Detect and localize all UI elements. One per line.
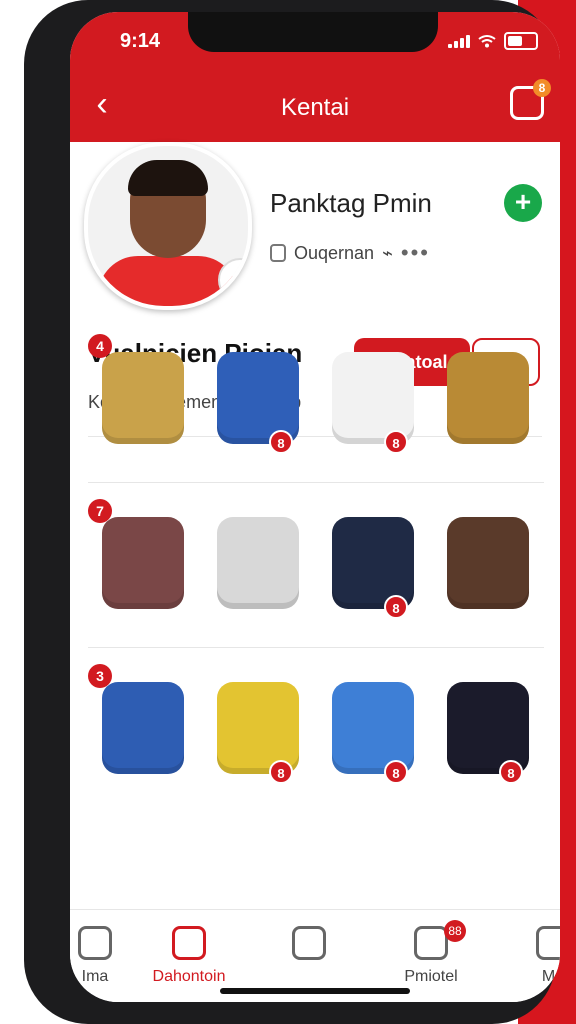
nav-label: Mo	[541, 968, 560, 985]
avatar-hair	[128, 160, 208, 196]
more-options[interactable]: •••	[401, 240, 430, 266]
home-icon	[536, 926, 560, 960]
collection-row: 3 8 8 8	[88, 648, 544, 812]
phone-frame: 9:14 ‹ Kentai 8 ♞ Panktag Pmin + Ouqerna…	[24, 0, 560, 1024]
count-badge: 8	[384, 760, 408, 784]
count-badge: 8	[384, 430, 408, 454]
collectible-icon	[102, 352, 184, 444]
link-icon: ⌁	[382, 242, 393, 263]
collectible-icon	[447, 352, 529, 444]
nav-badge: 88	[444, 920, 466, 942]
collection-item[interactable]: 8	[318, 664, 428, 784]
collectible-icon	[217, 352, 299, 444]
count-badge: 8	[384, 595, 408, 619]
collectible-icon	[102, 682, 184, 774]
search-icon	[414, 926, 448, 960]
collection-row: 78	[88, 483, 544, 648]
rank-badge: 7	[88, 499, 112, 523]
count-badge: 8	[269, 430, 293, 454]
collectible-icon	[332, 517, 414, 609]
collection-item[interactable]: 4	[88, 334, 198, 454]
collectible-icon	[447, 682, 529, 774]
collection-item[interactable]: 7	[88, 499, 198, 619]
rank-badge: 4	[88, 334, 112, 358]
profile-meta-text: Ouqernan	[294, 242, 375, 263]
collectible-icon	[332, 352, 414, 444]
top-app-bar: ‹ Kentai 8	[70, 70, 560, 142]
person-icon	[78, 926, 112, 960]
edit-button[interactable]: 8	[510, 79, 551, 120]
nav-label: Pmiotel	[404, 968, 458, 985]
collection-row: 4 8 8	[88, 318, 544, 483]
collectible-icon	[217, 682, 299, 774]
collectible-icon	[447, 517, 529, 609]
rank-badge: 3	[88, 664, 112, 688]
status-time: 9:14	[120, 30, 161, 52]
edit-badge: 8	[533, 79, 551, 97]
collection-grid: 488783888	[88, 318, 544, 812]
profile-meta: Ouqernan ⌁ •••	[270, 240, 430, 266]
collection-item[interactable]: 8	[318, 334, 428, 454]
app-screen: 9:14 ‹ Kentai 8 ♞ Panktag Pmin + Ouqerna…	[70, 12, 560, 1002]
nav-item[interactable]: Mo	[498, 926, 560, 996]
collection-item[interactable]: 8	[433, 664, 543, 784]
collection-item[interactable]: 8	[318, 499, 428, 619]
collection-item[interactable]	[433, 334, 543, 454]
home-indicator	[220, 988, 410, 994]
profile-name: Panktag Pmin	[270, 188, 432, 218]
battery-icon	[504, 32, 538, 50]
nav-item[interactable]: 88 Pmiotel	[376, 920, 486, 996]
signal-icon	[448, 34, 470, 48]
box-icon	[292, 926, 326, 960]
nav-label: Dahontoin	[152, 968, 226, 985]
wifi-icon	[478, 35, 496, 48]
camera-notch	[188, 12, 438, 52]
collectible-icon	[217, 517, 299, 609]
collectible-icon	[102, 517, 184, 609]
page-title: Kentai	[280, 94, 350, 121]
collection-item[interactable]: 3	[88, 664, 198, 784]
nav-item[interactable]: Dahontoin	[134, 926, 244, 996]
collection-item[interactable]: 8	[203, 664, 313, 784]
count-badge: 8	[499, 760, 523, 784]
home-icon	[172, 926, 206, 960]
collection-item[interactable]	[433, 499, 543, 619]
collection-item[interactable]: 8	[203, 334, 313, 454]
add-button[interactable]: +	[504, 184, 542, 222]
avatar[interactable]: ♞	[84, 142, 252, 310]
collectible-icon	[332, 682, 414, 774]
nav-item[interactable]	[254, 926, 364, 996]
status-icons	[448, 32, 538, 50]
collection-item[interactable]	[203, 499, 313, 619]
status-bar: 9:14	[70, 12, 560, 70]
avatar-shirt	[98, 256, 238, 306]
count-badge: 8	[269, 760, 293, 784]
lock-icon	[270, 244, 286, 262]
